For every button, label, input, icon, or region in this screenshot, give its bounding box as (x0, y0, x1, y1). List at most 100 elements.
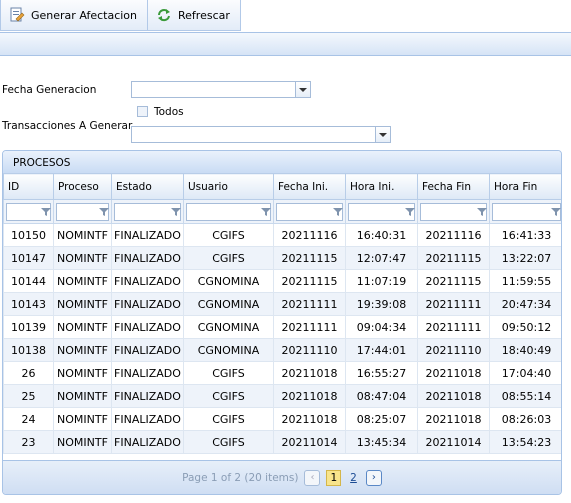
table-cell: 08:55:14 (489, 384, 561, 408)
table-cell: 20211116 (273, 223, 346, 247)
column-header[interactable]: Usuario (183, 173, 274, 200)
todos-checkbox[interactable] (137, 106, 148, 117)
column-header[interactable]: Hora Fin (489, 173, 561, 200)
prev-page-button[interactable]: ‹ (304, 469, 321, 486)
filter-cell (3, 199, 54, 224)
filter-icon[interactable] (405, 207, 415, 217)
table-cell: 20211111 (417, 315, 490, 339)
table-cell: FINALIZADO (111, 384, 184, 408)
fecha-generacion-combo[interactable] (131, 81, 311, 98)
table-row[interactable]: 25 NOMINTF FINALIZADO CGIFS 20211018 08:47:04… (3, 384, 561, 408)
table-cell: CGIFS (183, 384, 274, 408)
header-bar (0, 32, 571, 56)
filter-cell (417, 199, 490, 224)
table-cell: 23 (3, 430, 54, 454)
fecha-generacion-label: Fecha Generacion (2, 84, 97, 96)
column-header[interactable]: Fecha Fin (417, 173, 490, 200)
table-cell: 26 (3, 361, 54, 385)
page-link[interactable]: 1 (326, 469, 342, 486)
filter-input[interactable] (186, 202, 271, 221)
next-page-button[interactable]: › (365, 469, 382, 486)
table-cell: 20211111 (273, 315, 346, 339)
filter-icon[interactable] (261, 207, 271, 217)
table-cell: FINALIZADO (111, 223, 184, 247)
table-cell: 20211110 (417, 338, 490, 362)
table-cell: CGIFS (183, 407, 274, 431)
table-row[interactable]: 26 NOMINTF FINALIZADO CGIFS 20211018 16:55:27… (3, 361, 561, 385)
table-row[interactable]: 10147 NOMINTF FINALIZADO CGIFS 20211115 12:07… (3, 246, 561, 270)
table-cell: 20211018 (417, 384, 490, 408)
procesos-table: ID Proceso Estado Usuario Fecha Ini. Hora Ini… (3, 173, 561, 454)
table-cell: 09:04:34 (345, 315, 418, 339)
column-header[interactable]: ID (3, 173, 54, 200)
table-cell: CGIFS (183, 223, 274, 247)
filter-icon[interactable] (333, 207, 343, 217)
column-header[interactable]: Hora Ini. (345, 173, 418, 200)
filter-input[interactable] (420, 202, 487, 221)
refrescar-label: Refrescar (178, 8, 230, 22)
table-cell: NOMINTF (53, 223, 112, 247)
transacciones-combo[interactable] (131, 126, 391, 143)
table-cell: 20211014 (273, 430, 346, 454)
filter-icon[interactable] (41, 207, 51, 217)
chevron-down-icon[interactable] (295, 82, 310, 97)
chevron-right-icon: › (371, 472, 376, 483)
table-cell: NOMINTF (53, 430, 112, 454)
filter-input[interactable] (492, 202, 561, 221)
table-cell: 20211018 (273, 384, 346, 408)
grid-title: PROCESOS (3, 151, 561, 173)
table-cell: 16:40:31 (345, 223, 418, 247)
table-cell: CGIFS (183, 430, 274, 454)
table-cell: 20211110 (273, 338, 346, 362)
document-edit-icon (9, 7, 25, 23)
table-row[interactable]: 10150 NOMINTF FINALIZADO CGIFS 20211116 16:40… (3, 223, 561, 247)
table-row[interactable]: 10139 NOMINTF FINALIZADO CGNOMINA 20211111 09… (3, 315, 561, 339)
refrescar-button[interactable]: Refrescar (148, 0, 241, 31)
table-cell: 20:47:34 (489, 292, 561, 316)
table-cell: 20211014 (417, 430, 490, 454)
page-link[interactable]: 2 (347, 470, 360, 486)
table-cell: 20211115 (417, 269, 490, 293)
filter-input[interactable] (348, 202, 415, 221)
filter-input[interactable] (56, 202, 109, 221)
table-cell: FINALIZADO (111, 361, 184, 385)
table-cell: CGIFS (183, 246, 274, 270)
table-cell: 20211111 (273, 292, 346, 316)
filter-icon[interactable] (477, 207, 487, 217)
table-cell: 11:59:55 (489, 269, 561, 293)
generar-afectacion-button[interactable]: Generar Afectacion (0, 0, 148, 31)
table-cell: 10143 (3, 292, 54, 316)
chevron-down-icon[interactable] (375, 127, 390, 142)
filter-icon[interactable] (171, 207, 181, 217)
table-cell: 13:45:34 (345, 430, 418, 454)
column-header[interactable]: Estado (111, 173, 184, 200)
table-cell: 13:22:07 (489, 246, 561, 270)
table-row[interactable]: 10144 NOMINTF FINALIZADO CGNOMINA 20211115 11… (3, 269, 561, 293)
table-row[interactable]: 23 NOMINTF FINALIZADO CGIFS 20211014 13:45:34… (3, 430, 561, 454)
filter-icon[interactable] (551, 207, 561, 217)
grid-body: 10150 NOMINTF FINALIZADO CGIFS 20211116 16:40… (3, 223, 561, 454)
filter-input[interactable] (6, 202, 51, 221)
column-header[interactable]: Proceso (53, 173, 112, 200)
filter-input[interactable] (276, 202, 343, 221)
filter-cell (183, 199, 274, 224)
pager: Page 1 of 2 (20 items) ‹ 12 › (3, 460, 561, 494)
column-header[interactable]: Fecha Ini. (273, 173, 346, 200)
pager-summary: Page 1 of 2 (20 items) (182, 471, 299, 484)
table-cell: FINALIZADO (111, 407, 184, 431)
table-cell: 08:47:04 (345, 384, 418, 408)
table-cell: 10144 (3, 269, 54, 293)
filter-icon[interactable] (99, 207, 109, 217)
table-cell: NOMINTF (53, 407, 112, 431)
table-row[interactable]: 24 NOMINTF FINALIZADO CGIFS 20211018 08:25:07… (3, 407, 561, 431)
table-row[interactable]: 10138 NOMINTF FINALIZADO CGNOMINA 20211110 17… (3, 338, 561, 362)
table-cell: 10147 (3, 246, 54, 270)
table-cell: NOMINTF (53, 292, 112, 316)
table-row[interactable]: 10143 NOMINTF FINALIZADO CGNOMINA 20211111 19… (3, 292, 561, 316)
filter-input[interactable] (114, 202, 181, 221)
filter-row (3, 199, 561, 224)
table-cell: 20211116 (417, 223, 490, 247)
table-cell: NOMINTF (53, 338, 112, 362)
table-cell: 12:07:47 (345, 246, 418, 270)
table-cell: 20211115 (273, 269, 346, 293)
